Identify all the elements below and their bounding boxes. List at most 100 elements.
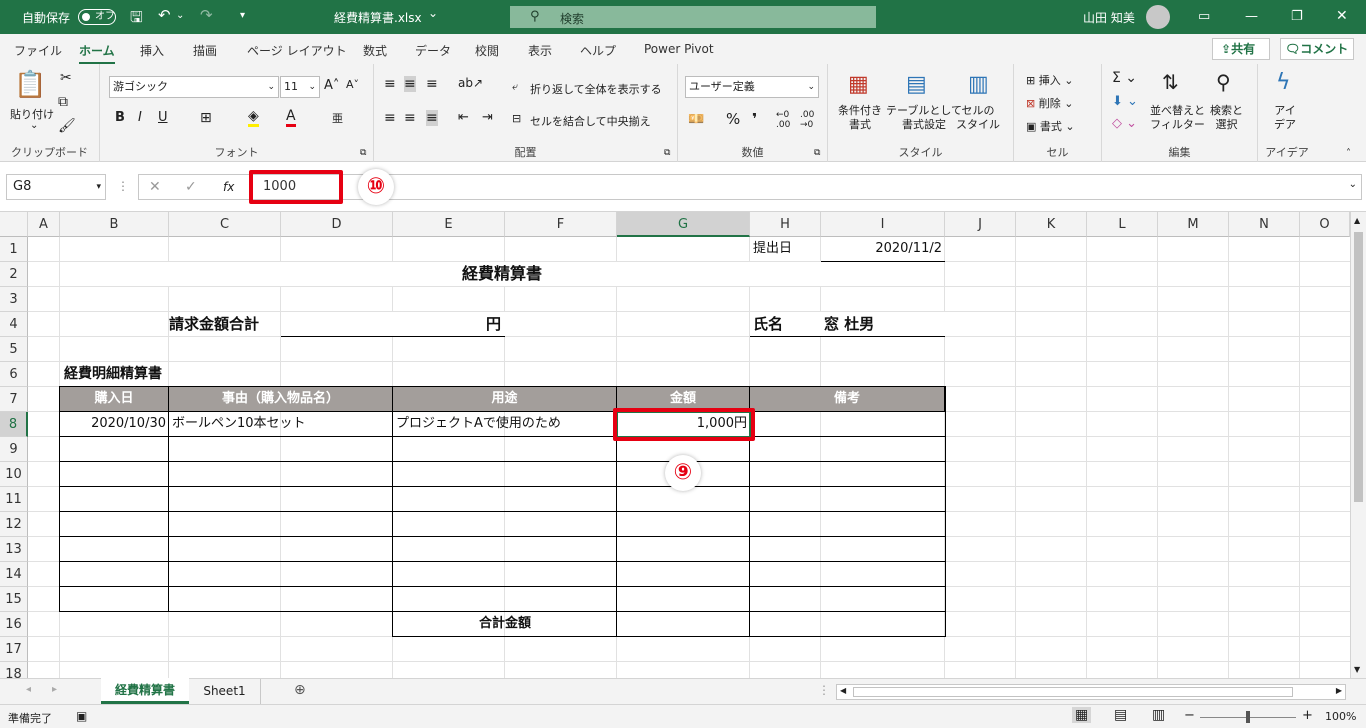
scroll-up-icon[interactable]: ▲ bbox=[1354, 216, 1360, 225]
h-scroll-thumb[interactable] bbox=[853, 687, 1293, 697]
column-header-j[interactable]: J bbox=[945, 212, 1016, 237]
row-header-14[interactable]: 14 bbox=[0, 562, 28, 587]
row-header-10[interactable]: 10 bbox=[0, 462, 28, 487]
cell-e8[interactable]: プロジェクトAで使用のため bbox=[396, 412, 561, 436]
minimize-icon[interactable]: — bbox=[1245, 9, 1258, 24]
share-button[interactable]: ⇪共有 bbox=[1212, 38, 1270, 60]
ideas-button[interactable]: アイ デア bbox=[1274, 104, 1296, 132]
sheet-tab[interactable]: Sheet1 bbox=[189, 679, 261, 704]
add-sheet-icon[interactable]: ⊕ bbox=[294, 682, 306, 698]
align-middle-icon[interactable]: ≡ bbox=[404, 76, 416, 92]
tab-view[interactable]: 表示 bbox=[528, 42, 552, 59]
format-painter-icon[interactable]: 🖌 bbox=[58, 118, 76, 134]
comment-button[interactable]: 🗨コメント bbox=[1280, 38, 1354, 60]
zoom-in-icon[interactable]: + bbox=[1302, 708, 1313, 723]
conditional-format-icon[interactable]: ▦ bbox=[848, 72, 869, 97]
column-header-o[interactable]: O bbox=[1300, 212, 1350, 237]
worksheet-grid[interactable]: A B C D E F G H I J K L M N O 1 2 3 4 5 … bbox=[0, 212, 1366, 678]
alignment-dialog-launcher-icon[interactable]: ⧉ bbox=[664, 148, 670, 158]
accessibility-icon[interactable]: ▣ bbox=[76, 709, 87, 723]
sort-filter-button[interactable]: 並べ替えと フィルター bbox=[1150, 104, 1205, 132]
align-bottom-icon[interactable]: ≡ bbox=[426, 76, 438, 92]
tab-splitter-icon[interactable]: ⋮ bbox=[818, 683, 830, 697]
row-header-12[interactable]: 12 bbox=[0, 512, 28, 537]
cancel-icon[interactable]: ✕ bbox=[149, 179, 161, 195]
row-header-16[interactable]: 16 bbox=[0, 612, 28, 637]
tab-draw[interactable]: 描画 bbox=[193, 42, 217, 59]
increase-decimal-icon[interactable]: ←0.00 bbox=[776, 110, 790, 130]
column-header-d[interactable]: D bbox=[281, 212, 393, 237]
scroll-thumb[interactable] bbox=[1354, 232, 1363, 502]
insert-function-button[interactable]: fx bbox=[223, 180, 234, 194]
autosum-icon[interactable]: Σ ⌄ bbox=[1112, 70, 1137, 86]
sort-filter-icon[interactable]: ⇅ bbox=[1162, 70, 1179, 94]
find-select-icon[interactable]: ⚲ bbox=[1216, 70, 1231, 94]
column-header-l[interactable]: L bbox=[1087, 212, 1158, 237]
prev-sheet-icon[interactable]: ◂ bbox=[26, 684, 31, 695]
column-header-a[interactable]: A bbox=[28, 212, 60, 237]
find-select-button[interactable]: 検索と 選択 bbox=[1210, 104, 1243, 132]
page-break-view-icon[interactable]: ▥ bbox=[1152, 707, 1165, 723]
scroll-right-icon[interactable]: ▶ bbox=[1336, 686, 1342, 695]
tab-data[interactable]: データ bbox=[415, 42, 451, 59]
phonetic-icon[interactable]: 亜 bbox=[332, 110, 343, 126]
undo-icon[interactable]: ↶ bbox=[158, 6, 171, 24]
column-header-k[interactable]: K bbox=[1016, 212, 1087, 237]
copy-icon[interactable]: ⧉ bbox=[58, 94, 68, 110]
column-header-c[interactable]: C bbox=[169, 212, 281, 237]
avatar[interactable] bbox=[1146, 5, 1170, 29]
tab-power-pivot[interactable]: Power Pivot bbox=[644, 42, 714, 56]
name-box[interactable]: G8 ▾ bbox=[6, 174, 106, 200]
conditional-format-button[interactable]: 条件付き 書式 bbox=[838, 104, 882, 132]
restore-icon[interactable]: ❐ bbox=[1291, 9, 1303, 24]
row-header-5[interactable]: 5 bbox=[0, 337, 28, 362]
column-header-g[interactable]: G bbox=[617, 212, 750, 237]
wrap-text-icon[interactable]: ⤶ bbox=[512, 80, 518, 94]
column-header-i[interactable]: I bbox=[821, 212, 945, 237]
scroll-down-icon[interactable]: ▼ bbox=[1354, 665, 1360, 674]
font-name-select[interactable]: 游ゴシック ⌄ bbox=[109, 76, 279, 98]
cell-styles-button[interactable]: セルの スタイル bbox=[956, 104, 1000, 132]
number-format-select[interactable]: ユーザー定義 ⌄ bbox=[685, 76, 819, 98]
ribbon-display-icon[interactable]: ▭ bbox=[1198, 9, 1210, 24]
select-all-corner[interactable] bbox=[0, 212, 28, 237]
font-color-icon[interactable]: A bbox=[286, 108, 296, 127]
bold-button[interactable]: B bbox=[115, 110, 125, 125]
vertical-scrollbar[interactable]: ▲ ▼ bbox=[1350, 212, 1366, 678]
enter-icon[interactable]: ✓ bbox=[185, 179, 197, 195]
wrap-text-button[interactable]: 折り返して全体を表示する bbox=[530, 81, 662, 97]
formula-bar-splitter[interactable]: ⋮ bbox=[117, 179, 129, 193]
undo-dropdown-icon[interactable]: ⌄ bbox=[176, 10, 184, 21]
zoom-level[interactable]: 100% bbox=[1325, 710, 1356, 723]
column-header-m[interactable]: M bbox=[1158, 212, 1229, 237]
row-header-2[interactable]: 2 bbox=[0, 262, 28, 287]
cell-c8[interactable]: ボールペン10本セット bbox=[172, 412, 306, 436]
row-header-9[interactable]: 9 bbox=[0, 437, 28, 462]
scroll-left-icon[interactable]: ◀ bbox=[840, 686, 846, 695]
user-name[interactable]: 山田 知美 bbox=[1083, 9, 1135, 26]
decrease-font-icon[interactable]: A˅ bbox=[346, 78, 359, 91]
merge-center-button[interactable]: セルを結合して中央揃え bbox=[530, 113, 651, 129]
row-header-11[interactable]: 11 bbox=[0, 487, 28, 512]
clear-icon[interactable]: ◇ ⌄ bbox=[1112, 116, 1137, 131]
align-right-icon[interactable]: ≡ bbox=[426, 110, 438, 126]
autosave-toggle[interactable]: オフ bbox=[78, 9, 116, 25]
column-header-e[interactable]: E bbox=[393, 212, 505, 237]
orientation-icon[interactable]: ab↗ bbox=[458, 76, 483, 90]
merge-center-icon[interactable]: ⊟ bbox=[512, 112, 521, 125]
file-title-dropdown-icon[interactable]: ⌄ bbox=[428, 6, 438, 20]
row-header-8[interactable]: 8 bbox=[0, 412, 28, 437]
currency-icon[interactable]: 💴 bbox=[688, 112, 704, 127]
percent-icon[interactable]: % bbox=[726, 110, 740, 128]
increase-indent-icon[interactable]: ⇥ bbox=[482, 110, 493, 125]
underline-button[interactable]: U bbox=[158, 110, 168, 125]
number-dialog-launcher-icon[interactable]: ⧉ bbox=[814, 148, 820, 158]
sheet-tab-active[interactable]: 経費精算書 bbox=[101, 678, 189, 704]
row-header-17[interactable]: 17 bbox=[0, 637, 28, 662]
format-cells-button[interactable]: ▣ 書式 ⌄ bbox=[1026, 118, 1075, 134]
insert-cells-button[interactable]: ⊞ 挿入 ⌄ bbox=[1026, 72, 1073, 88]
search-box[interactable]: ⚲ 検索 bbox=[510, 6, 876, 28]
row-header-6[interactable]: 6 bbox=[0, 362, 28, 387]
cell-styles-icon[interactable]: ▥ bbox=[968, 72, 989, 97]
row-header-15[interactable]: 15 bbox=[0, 587, 28, 612]
